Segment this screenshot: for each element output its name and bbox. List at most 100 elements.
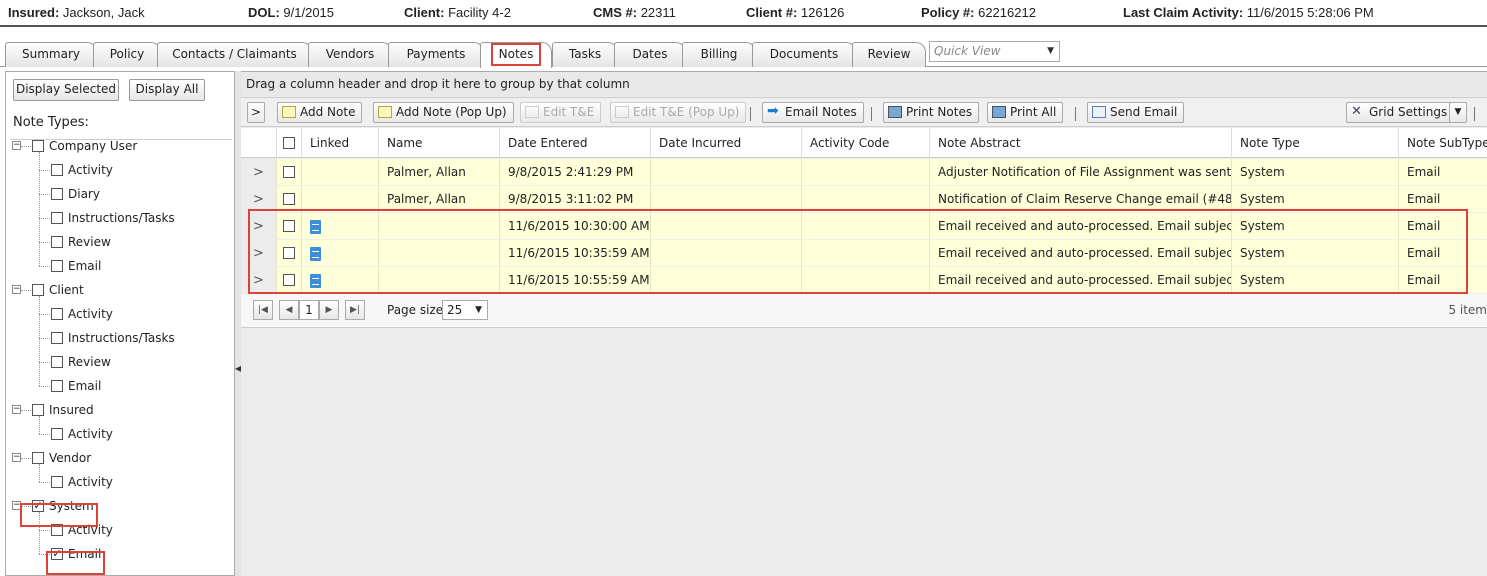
checkbox[interactable]: [51, 211, 63, 224]
checkbox[interactable]: [51, 427, 63, 440]
tab-vendors[interactable]: Vendors: [308, 42, 392, 67]
grid-settings-button[interactable]: ✕ Grid Settings: [1346, 102, 1455, 123]
wrench-icon: ✕: [1351, 104, 1362, 119]
expand-row-button[interactable]: >: [241, 159, 277, 186]
tab-contacts[interactable]: Contacts / Claimants: [157, 42, 312, 67]
tree-connector: [39, 530, 50, 531]
tree-item-activity[interactable]: Activity: [51, 424, 113, 444]
column-note-abstract[interactable]: Note Abstract: [930, 128, 1232, 158]
tree-item-instructions-tasks[interactable]: Instructions/Tasks: [51, 328, 175, 348]
checkbox[interactable]: [51, 235, 63, 248]
tree-item-vendor[interactable]: Vendor: [32, 448, 91, 468]
collapse-icon[interactable]: −: [12, 285, 21, 294]
tree-connector: [39, 386, 50, 387]
edit-te-label: Edit T&E: [543, 105, 595, 119]
quick-view-select[interactable]: Quick View ▼: [929, 41, 1060, 62]
collapse-icon[interactable]: −: [12, 405, 21, 414]
tab-billing[interactable]: Billing: [682, 42, 756, 67]
email-notes-button[interactable]: ➡ Email Notes: [762, 102, 864, 123]
group-by-area[interactable]: Drag a column header and drop it here to…: [241, 72, 1487, 96]
checkbox[interactable]: [51, 475, 63, 488]
envelope-icon: [1092, 106, 1106, 118]
page-size-value: 25: [447, 303, 463, 317]
column-activity-code[interactable]: Activity Code: [802, 128, 930, 158]
tab-notes[interactable]: Notes: [480, 42, 552, 68]
edit-te-popup-button[interactable]: Edit T&E (Pop Up): [610, 102, 747, 123]
next-page-button[interactable]: ▶: [319, 300, 339, 320]
expand-all-button[interactable]: >: [247, 102, 265, 123]
column-name[interactable]: Name: [379, 128, 500, 158]
tree-connector: [39, 314, 50, 315]
print-all-button[interactable]: Print All: [987, 102, 1064, 123]
tab-dates[interactable]: Dates: [614, 42, 686, 67]
tree-item-label: Vendor: [49, 451, 92, 465]
tree-item-review[interactable]: Review: [51, 352, 111, 372]
tab-policy[interactable]: Policy: [93, 42, 161, 67]
checkbox[interactable]: [51, 259, 63, 272]
collapse-icon[interactable]: −: [12, 141, 21, 150]
send-email-button[interactable]: Send Email: [1087, 102, 1185, 123]
prev-page-button[interactable]: ◀: [279, 300, 299, 320]
tab-documents[interactable]: Documents: [752, 42, 856, 67]
page-size-select[interactable]: 25 ▼: [442, 300, 488, 320]
checkbox[interactable]: [283, 192, 295, 205]
first-page-button[interactable]: |◀: [253, 300, 273, 320]
tree-item-diary[interactable]: Diary: [51, 184, 100, 204]
checkbox[interactable]: [32, 403, 44, 416]
tree-item-email[interactable]: Email: [51, 256, 101, 276]
tree-connector: [21, 290, 31, 291]
column-date-entered[interactable]: Date Entered: [500, 128, 651, 158]
add-note-button[interactable]: Add Note: [277, 102, 363, 123]
tab-review[interactable]: Review: [852, 42, 926, 67]
note-types-panel: Display Selected Display All Note Types:…: [5, 71, 235, 576]
column-note-type[interactable]: Note Type: [1232, 128, 1399, 158]
display-all-button[interactable]: Display All: [129, 79, 205, 101]
next-page-icon: ▶: [325, 305, 333, 315]
tree-connector: [39, 338, 50, 339]
grid-settings-dropdown[interactable]: ▼: [1449, 102, 1467, 123]
subtype-cell: Email: [1407, 165, 1441, 179]
collapse-icon[interactable]: −: [12, 453, 21, 462]
checkbox[interactable]: [51, 379, 63, 392]
chevron-down-icon: ▼: [1047, 46, 1054, 56]
tree-item-instructions-tasks[interactable]: Instructions/Tasks: [51, 208, 175, 228]
quick-view-placeholder: Quick View: [934, 44, 1001, 58]
page-number[interactable]: 1: [299, 300, 319, 320]
grid-column-headers: Linked Name Date Entered Date Incurred A…: [241, 128, 1487, 158]
checkbox[interactable]: [51, 163, 63, 176]
tree-item-email[interactable]: Email: [51, 376, 101, 396]
tab-notes-label: Notes: [490, 43, 542, 66]
tree-connector: [39, 266, 50, 267]
checkbox[interactable]: [32, 451, 44, 464]
print-notes-button[interactable]: Print Notes: [883, 102, 980, 123]
tree-connector: [39, 434, 50, 435]
tree-item-review[interactable]: Review: [51, 232, 111, 252]
add-note-popup-button[interactable]: Add Note (Pop Up): [373, 102, 514, 123]
checkbox[interactable]: [283, 165, 295, 178]
checkbox[interactable]: [32, 139, 44, 152]
checkbox[interactable]: [51, 355, 63, 368]
tab-summary[interactable]: Summary: [5, 42, 97, 67]
checkbox[interactable]: [51, 187, 63, 200]
checkbox[interactable]: [51, 331, 63, 344]
cms-field: CMS #: 22311: [593, 5, 676, 20]
table-row[interactable]: > Palmer, Allan 9/8/2015 2:41:29 PM Adjuste…: [241, 159, 1487, 186]
tree-item-label: Insured: [49, 403, 94, 417]
edit-te-button[interactable]: Edit T&E: [520, 102, 602, 123]
column-note-subtype[interactable]: Note SubType: [1399, 128, 1487, 158]
tree-item-label: Activity: [68, 475, 113, 489]
column-date-incurred[interactable]: Date Incurred: [651, 128, 802, 158]
last-page-button[interactable]: ▶|: [345, 300, 365, 320]
display-selected-button[interactable]: Display Selected: [13, 79, 119, 101]
select-all-checkbox[interactable]: [277, 128, 302, 158]
tab-tasks[interactable]: Tasks: [552, 42, 618, 67]
column-linked[interactable]: Linked: [302, 128, 379, 158]
tree-item-activity[interactable]: Activity: [51, 472, 113, 492]
tree-item-activity[interactable]: Activity: [51, 160, 113, 180]
tree-item-insured[interactable]: Insured: [32, 400, 94, 420]
tree-item-activity[interactable]: Activity: [51, 304, 113, 324]
checkbox[interactable]: [32, 283, 44, 296]
tree-item-company-user[interactable]: Company User: [32, 136, 137, 156]
checkbox[interactable]: [51, 307, 63, 320]
tab-payments[interactable]: Payments: [388, 42, 484, 67]
